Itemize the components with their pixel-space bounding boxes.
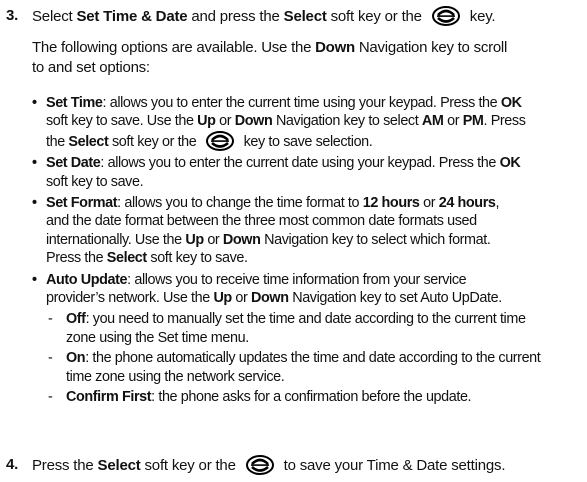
sub-option-off: - Off: you need to manually set the time…: [48, 311, 526, 346]
intro-line-1: The following options are available. Use…: [32, 39, 508, 56]
sub-option-on: - On: the phone automatically updates th…: [48, 350, 541, 385]
bullet-glyph: •: [32, 271, 37, 288]
bullet-glyph: •: [32, 155, 37, 172]
step-text: Select Set Time & Date and press the Sel…: [32, 6, 496, 26]
intro-paragraph: The following options are available. Use…: [32, 38, 584, 78]
dash-glyph: -: [48, 389, 53, 406]
bullet-glyph: •: [32, 95, 37, 111]
option-auto-update: • Auto Update: allows you to receive tim…: [32, 271, 502, 307]
select-key-icon: [206, 130, 234, 151]
bullet-glyph: •: [32, 195, 37, 212]
dash-glyph: -: [48, 311, 53, 328]
select-key-icon: [431, 6, 460, 26]
manual-page: 3. Select Set Time & Date and press the …: [0, 0, 587, 482]
dash-glyph: -: [48, 350, 53, 367]
intro-line-2: to and set options:: [32, 59, 150, 76]
option-set-format: • Set Format: allows you to change the t…: [32, 195, 500, 267]
sub-option-confirm-first: - Confirm First: the phone asks for a co…: [48, 389, 472, 406]
step-text: Press the Select soft key or the to save…: [32, 455, 506, 475]
option-set-date: • Set Date: allows you to enter the curr…: [32, 155, 521, 190]
step-number: 4.: [6, 456, 19, 473]
options-list: • Set Time: allows you to enter the curr…: [32, 94, 585, 407]
select-key-icon: [245, 455, 274, 475]
step-number: 3.: [6, 7, 19, 24]
option-set-time: • Set Time: allows you to enter the curr…: [32, 95, 526, 151]
